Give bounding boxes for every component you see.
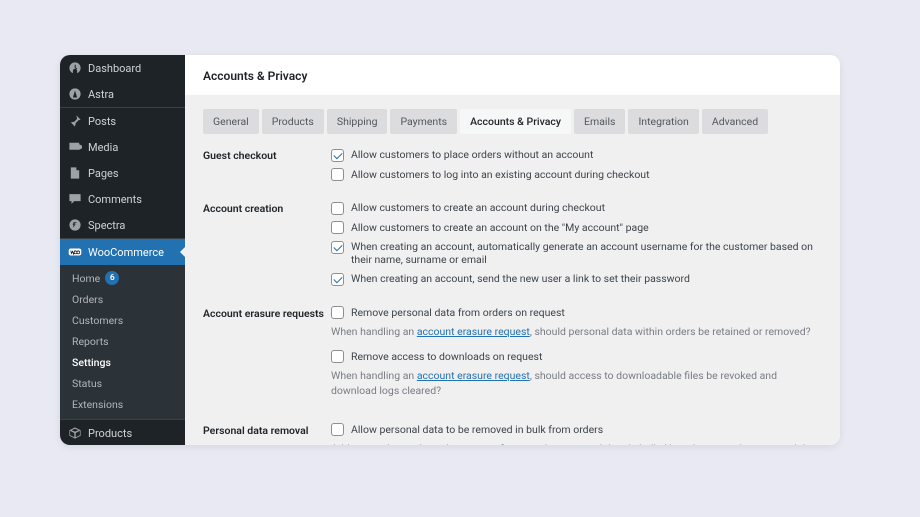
section-body: Allow customers to place orders without …	[331, 148, 822, 187]
pin-icon	[68, 114, 82, 128]
option-row: Allow personal data to be removed in bul…	[331, 423, 822, 437]
checkbox[interactable]	[331, 241, 344, 254]
sidebar-item-astra[interactable]: Astra	[60, 81, 185, 107]
woo-submenu: Home6OrdersCustomersReportsSettingsStatu…	[60, 265, 185, 419]
submenu-settings[interactable]: Settings	[60, 352, 185, 373]
sidebar-item-label: Media	[88, 141, 118, 154]
astra-icon	[68, 87, 82, 101]
checkbox[interactable]	[331, 149, 344, 162]
section-label: Account creation	[203, 201, 331, 292]
section-guest-checkout: Guest checkout Allow customers to place …	[203, 148, 822, 187]
tab-shipping[interactable]: Shipping	[327, 109, 388, 134]
erasure-link[interactable]: account erasure request	[417, 369, 530, 382]
sidebar-item-label: Pages	[88, 167, 119, 180]
section-body: Allow customers to create an account dur…	[331, 201, 822, 292]
page-header: Accounts & Privacy	[185, 55, 840, 95]
option-label: Allow customers to create an account dur…	[351, 201, 605, 214]
option-label: Allow customers to create an account on …	[351, 221, 649, 234]
section-account-creation: Account creation Allow customers to crea…	[203, 201, 822, 292]
page-icon	[68, 166, 82, 180]
option-label: Allow personal data to be removed in bul…	[351, 423, 603, 436]
section-erasure: Account erasure requests Remove personal…	[203, 306, 822, 409]
sidebar-item-comments[interactable]: Comments	[60, 186, 185, 212]
sidebar-item-label: Dashboard	[88, 62, 141, 75]
main-area: Accounts & Privacy GeneralProductsShippi…	[185, 55, 840, 445]
option-row: When creating an account, send the new u…	[331, 272, 822, 286]
sidebar-item-media[interactable]: Media	[60, 134, 185, 160]
media-icon	[68, 140, 82, 154]
page-title: Accounts & Privacy	[203, 69, 822, 83]
submenu-home[interactable]: Home6	[60, 267, 185, 289]
section-label: Account erasure requests	[203, 306, 331, 409]
section-removal: Personal data removal Allow personal dat…	[203, 423, 822, 445]
option-row: Remove access to downloads on request	[331, 350, 822, 364]
help-text: When handling an account erasure request…	[331, 369, 822, 398]
app-window: Dashboard Astra Posts Media Pages Comments Spe…	[60, 55, 840, 445]
option-label: When creating an account, send the new u…	[351, 272, 690, 285]
sidebar-item-spectra[interactable]: Spectra	[60, 212, 185, 238]
tab-payments[interactable]: Payments	[390, 109, 457, 134]
spectra-icon	[68, 218, 82, 232]
checkbox[interactable]	[331, 350, 344, 363]
submenu-extensions[interactable]: Extensions	[60, 394, 185, 415]
box-icon	[68, 426, 82, 440]
tab-general[interactable]: General	[203, 109, 259, 134]
erasure-link[interactable]: account erasure request	[417, 325, 530, 338]
option-label: Allow customers to log into an existing …	[351, 168, 650, 181]
admin-sidebar: Dashboard Astra Posts Media Pages Comments Spe…	[60, 55, 185, 445]
checkbox[interactable]	[331, 168, 344, 181]
checkbox[interactable]	[331, 306, 344, 319]
option-row: Allow customers to create an account on …	[331, 221, 822, 235]
tab-accounts-privacy[interactable]: Accounts & Privacy	[460, 109, 571, 134]
tab-emails[interactable]: Emails	[574, 109, 625, 134]
badge: 6	[105, 271, 119, 285]
sidebar-item-label: WooCommerce	[88, 246, 164, 259]
sidebar-item-label: Posts	[88, 115, 116, 128]
submenu-reports[interactable]: Reports	[60, 331, 185, 352]
section-body: Allow personal data to be removed in bul…	[331, 423, 822, 445]
help-text: Adds an option to the orders screen for …	[331, 442, 822, 445]
sidebar-item-woocommerce[interactable]: WooCommerce	[60, 238, 185, 265]
option-row: Remove personal data from orders on requ…	[331, 306, 822, 320]
submenu-status[interactable]: Status	[60, 373, 185, 394]
checkbox[interactable]	[331, 423, 344, 436]
tab-products[interactable]: Products	[262, 109, 324, 134]
settings-content: GeneralProductsShippingPaymentsAccounts …	[185, 95, 840, 445]
sidebar-item-label: Comments	[88, 193, 142, 206]
checkbox[interactable]	[331, 273, 344, 286]
settings-tabs: GeneralProductsShippingPaymentsAccounts …	[203, 109, 822, 134]
section-label: Guest checkout	[203, 148, 331, 187]
submenu-customers[interactable]: Customers	[60, 310, 185, 331]
option-row: Allow customers to log into an existing …	[331, 168, 822, 182]
tab-integration[interactable]: Integration	[628, 109, 698, 134]
checkbox[interactable]	[331, 221, 344, 234]
section-body: Remove personal data from orders on requ…	[331, 306, 822, 409]
option-label: Remove access to downloads on request	[351, 350, 542, 363]
option-label: When creating an account, automatically …	[351, 240, 822, 266]
submenu-orders[interactable]: Orders	[60, 289, 185, 310]
checkbox[interactable]	[331, 202, 344, 215]
sidebar-item-label: Spectra	[88, 219, 125, 232]
option-row: Allow customers to place orders without …	[331, 148, 822, 162]
option-label: Remove personal data from orders on requ…	[351, 306, 565, 319]
sidebar-item-label: Products	[88, 427, 132, 440]
dashboard-icon	[68, 61, 82, 75]
tab-advanced[interactable]: Advanced	[702, 109, 768, 134]
sidebar-item-dashboard[interactable]: Dashboard	[60, 55, 185, 81]
sidebar-item-pages[interactable]: Pages	[60, 160, 185, 186]
option-row: When creating an account, automatically …	[331, 240, 822, 266]
sidebar-item-label: Astra	[88, 88, 114, 101]
help-text: When handling an account erasure request…	[331, 325, 822, 340]
option-row: Allow customers to create an account dur…	[331, 201, 822, 215]
sidebar-item-posts[interactable]: Posts	[60, 107, 185, 134]
section-label: Personal data removal	[203, 423, 331, 445]
sidebar-item-products[interactable]: Products	[60, 419, 185, 445]
option-label: Allow customers to place orders without …	[351, 148, 593, 161]
woo-icon	[68, 245, 82, 259]
comment-icon	[68, 192, 82, 206]
